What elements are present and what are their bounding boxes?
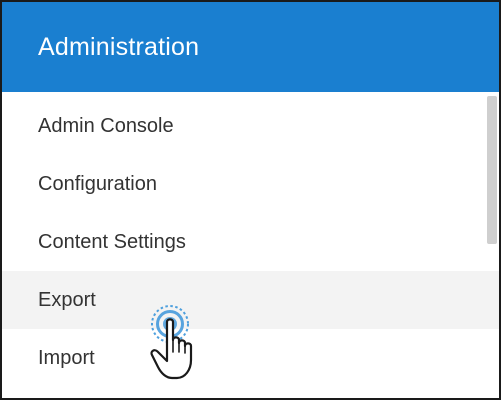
- menu-item-configuration[interactable]: Configuration: [2, 155, 499, 213]
- menu-item-content-settings[interactable]: Content Settings: [2, 213, 499, 271]
- menu-item-admin-console[interactable]: Admin Console: [2, 97, 499, 155]
- hand-pointer-icon: [150, 305, 193, 380]
- scrollbar-thumb[interactable]: [487, 96, 497, 244]
- menu-item-label: Export: [38, 288, 96, 311]
- panel-title: Administration: [38, 32, 200, 61]
- panel-header: Administration: [2, 2, 499, 92]
- menu-item-label: Content Settings: [38, 230, 186, 253]
- menu-item-label: Admin Console: [38, 114, 174, 137]
- administration-panel: Administration Admin Console Configurati…: [0, 0, 501, 400]
- menu-item-import[interactable]: Import: [2, 329, 499, 387]
- menu-scrollbar[interactable]: [485, 92, 499, 398]
- menu-item-label: Import: [38, 346, 95, 369]
- menu-item-export[interactable]: Export: [2, 271, 499, 329]
- menu-item-label: Configuration: [38, 172, 157, 195]
- admin-menu: Admin Console Configuration Content Sett…: [2, 92, 499, 398]
